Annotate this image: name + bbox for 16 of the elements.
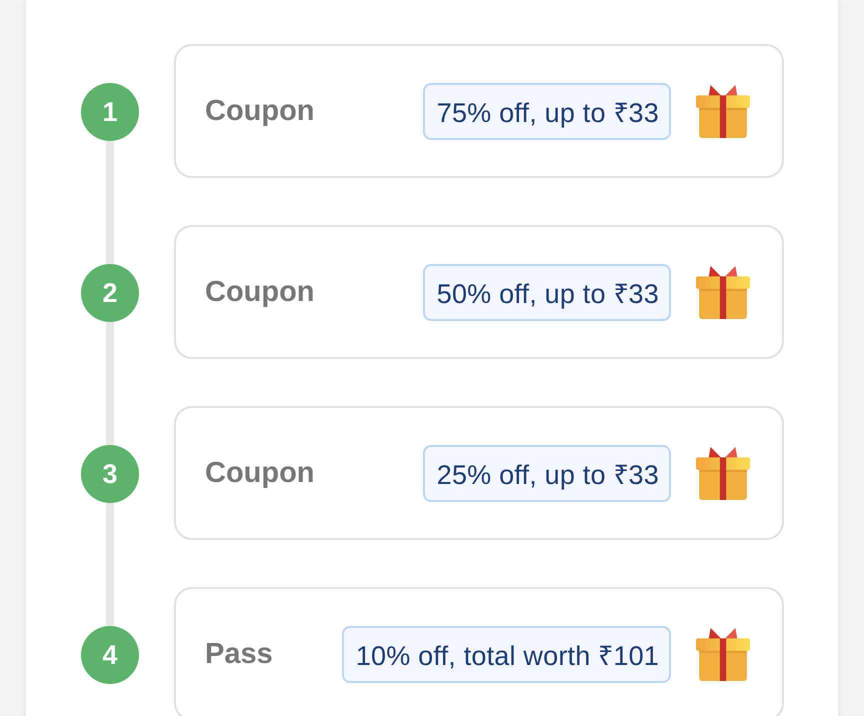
reward-type-label: Coupon: [205, 94, 315, 128]
gift-icon: [696, 628, 750, 680]
reward-type-label: Coupon: [205, 276, 315, 308]
offer-tag: 50% off, up to ₹33: [422, 264, 671, 320]
offer-tag: 25% off, up to ₹33: [422, 444, 671, 502]
reward-type-label: Pass: [205, 638, 273, 670]
step-number: 1: [81, 83, 139, 141]
offer-tag: 10% off, total worth ₹101: [342, 626, 671, 682]
gift-icon: [696, 446, 750, 500]
offer-tag: 75% off, up to ₹33: [422, 82, 671, 140]
step-number: 3: [81, 445, 139, 503]
gift-icon: [696, 84, 750, 138]
step-number: 4: [81, 626, 139, 684]
reward-type-label: Coupon: [205, 456, 315, 490]
step-number: 2: [81, 264, 139, 322]
gift-icon: [696, 266, 750, 318]
